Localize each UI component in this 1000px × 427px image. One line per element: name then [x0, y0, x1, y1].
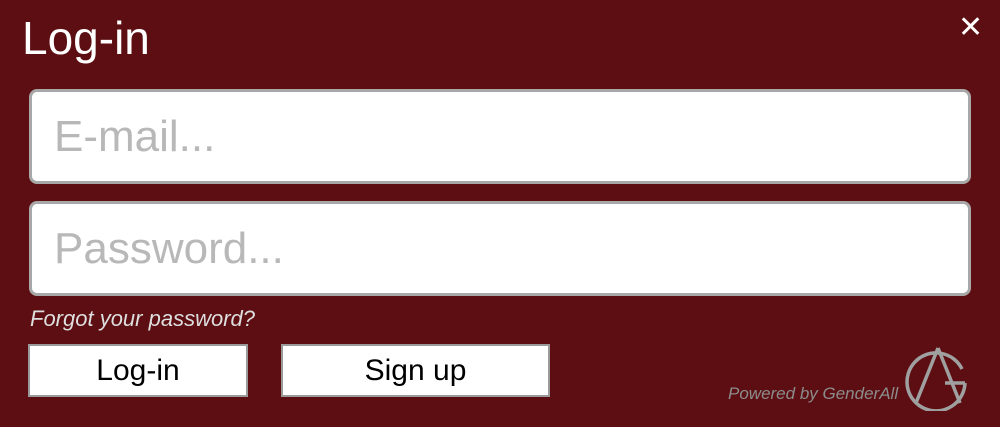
forgot-password-link[interactable]: Forgot your password?: [30, 305, 255, 333]
dialog-title: Log-in: [22, 12, 150, 64]
genderall-logo-icon: [905, 347, 967, 411]
login-button[interactable]: Log-in: [28, 344, 248, 397]
login-dialog: Log-in ✕ Forgot your password? Log-in Si…: [0, 0, 1000, 427]
close-icon[interactable]: ✕: [958, 13, 983, 43]
password-field[interactable]: [29, 201, 971, 296]
signup-button[interactable]: Sign up: [281, 344, 550, 397]
email-field[interactable]: [29, 89, 971, 184]
powered-by-text: Powered by GenderAll: [728, 384, 899, 403]
